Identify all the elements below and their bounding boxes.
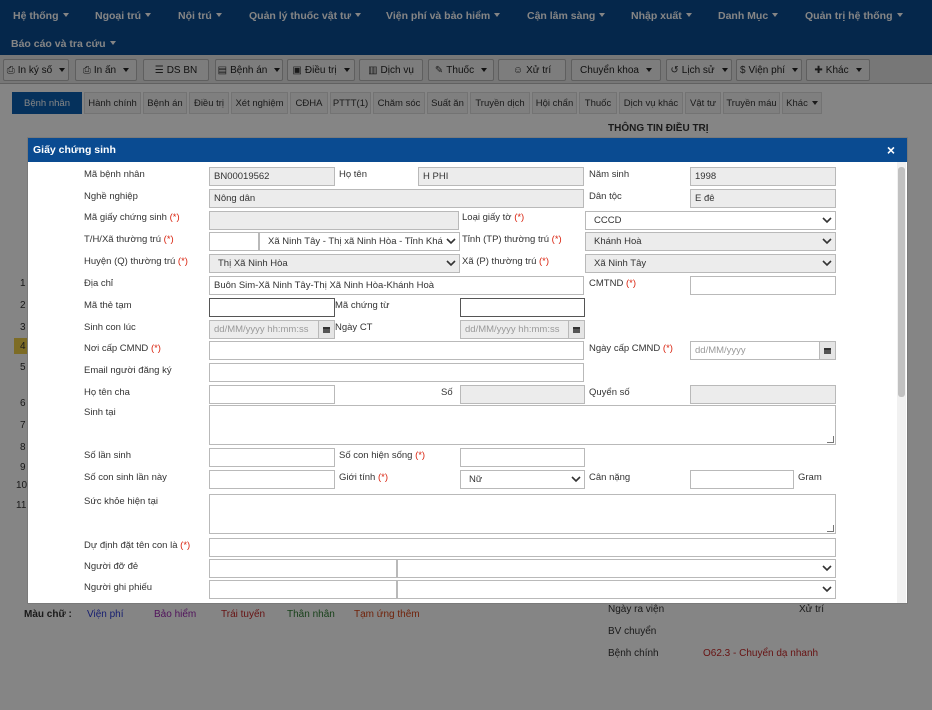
nghe-nghiep-field[interactable]: Nông dân xyxy=(209,189,584,208)
chevron-down-icon xyxy=(822,260,832,267)
sinh-tai-label: Sinh tại xyxy=(84,407,116,418)
calendar-icon[interactable] xyxy=(318,321,334,338)
dialog-header: Giấy chứng sinh xyxy=(28,138,907,162)
chevron-down-icon xyxy=(571,476,581,483)
ma-the-tam-label: Mã thẻ tạm xyxy=(84,300,132,311)
quyen-so-field[interactable] xyxy=(690,385,836,404)
xa-thuong-tru-select[interactable]: Xã Ninh Tây xyxy=(585,254,836,273)
so-con-hien-song-field[interactable] xyxy=(460,448,585,467)
dialog-title: Giấy chứng sinh xyxy=(33,144,116,156)
sinh-tai-textarea[interactable] xyxy=(209,405,836,445)
dan-toc-label: Dân tộc xyxy=(589,191,622,202)
tinh-thuong-tru-select[interactable]: Khánh Hoà xyxy=(585,232,836,251)
calendar-icon[interactable] xyxy=(568,321,584,338)
so-con-sinh-lan-nay-field[interactable] xyxy=(209,470,335,489)
ho-ten-field[interactable]: H PHI xyxy=(418,167,584,186)
chevron-down-icon xyxy=(822,217,832,224)
ma-chung-tu-field[interactable] xyxy=(460,298,585,317)
suc-khoe-textarea[interactable] xyxy=(209,494,836,534)
email-field[interactable] xyxy=(209,363,584,382)
gioi-tinh-label: Giới tính (*) xyxy=(339,472,388,483)
cmtnd-label: CMTND (*) xyxy=(589,278,636,289)
so-con-hien-song-label: Số con hiện sống (*) xyxy=(339,450,426,461)
du-dinh-ten-label: Dự định đặt tên con là (*) xyxy=(84,540,191,551)
ma-benh-nhan-field[interactable]: BN00019562 xyxy=(209,167,335,186)
resize-handle[interactable] xyxy=(827,436,834,443)
dialog-scrollbar[interactable] xyxy=(897,162,906,603)
noi-cap-cmnd-label: Nơi cấp CMND (*) xyxy=(84,343,161,354)
ngay-cap-cmnd-field[interactable]: dd/MM/yyyy xyxy=(690,341,836,360)
so-lan-sinh-field[interactable] xyxy=(209,448,335,467)
nguoi-do-de-label: Người đỡ đẻ xyxy=(84,561,139,572)
th-xa-thuong-tru-select[interactable]: Xã Ninh Tây - Thị xã Ninh Hòa - Tỉnh Khá xyxy=(259,232,460,251)
dia-chi-label: Địa chỉ xyxy=(84,278,114,289)
can-nang-label: Cân nặng xyxy=(589,472,631,483)
th-xa-code-field[interactable] xyxy=(209,232,259,251)
ma-chung-tu-label: Mã chứng từ xyxy=(335,300,390,311)
quyen-so-label: Quyển số xyxy=(589,387,630,398)
dia-chi-field[interactable]: Buôn Sim-Xã Ninh Tây-Thị Xã Ninh Hòa-Khá… xyxy=(209,276,584,295)
huyen-thuong-tru-label: Huyện (Q) thường trú (*) xyxy=(84,256,188,267)
loai-giay-to-label: Loại giấy tờ (*) xyxy=(462,212,525,223)
noi-cap-cmnd-field[interactable] xyxy=(209,341,584,360)
ho-ten-cha-field[interactable] xyxy=(209,385,335,404)
nguoi-do-de-select[interactable] xyxy=(397,559,836,578)
scrollbar-thumb[interactable] xyxy=(898,167,905,397)
ngay-cap-cmnd-label: Ngày cấp CMND (*) xyxy=(589,343,673,354)
chevron-down-icon xyxy=(822,586,832,593)
ngay-ct-field[interactable]: dd/MM/yyyy hh:mm:ss xyxy=(460,320,585,339)
so-con-sinh-lan-nay-label: Số con sinh lần này xyxy=(84,472,167,483)
resize-handle[interactable] xyxy=(827,525,834,532)
gram-label: Gram xyxy=(798,472,822,483)
loai-giay-to-select[interactable]: CCCD xyxy=(585,211,836,230)
ma-benh-nhan-label: Mã bệnh nhân xyxy=(84,169,145,180)
nam-sinh-field[interactable]: 1998 xyxy=(690,167,836,186)
sinh-con-luc-field[interactable]: dd/MM/yyyy hh:mm:ss xyxy=(209,320,335,339)
ma-giay-chung-sinh-label: Mã giấy chứng sinh (*) xyxy=(84,212,180,223)
chevron-down-icon xyxy=(822,565,832,572)
ma-the-tam-field[interactable] xyxy=(209,298,335,317)
calendar-icon[interactable] xyxy=(819,342,835,359)
ho-ten-label: Họ tên xyxy=(339,169,367,180)
tinh-thuong-tru-label: Tỉnh (TP) thường trú (*) xyxy=(462,234,562,245)
close-icon[interactable]: × xyxy=(887,138,895,162)
dan-toc-field[interactable]: E đê xyxy=(690,189,836,208)
th-xa-thuong-tru-label: T/H/Xã thường trú (*) xyxy=(84,234,174,245)
nghe-nghiep-label: Nghề nghiệp xyxy=(84,191,138,202)
cmtnd-field[interactable] xyxy=(690,276,836,295)
so-lan-sinh-label: Số lần sinh xyxy=(84,450,132,461)
huyen-thuong-tru-select[interactable]: Thị Xã Ninh Hòa xyxy=(209,254,460,273)
gioi-tinh-select[interactable]: Nữ xyxy=(460,470,585,489)
nam-sinh-label: Năm sinh xyxy=(589,169,630,180)
ma-giay-chung-sinh-field[interactable] xyxy=(209,211,459,230)
xa-thuong-tru-label: Xã (P) thường trú (*) xyxy=(462,256,550,267)
sinh-con-luc-label: Sinh con lúc xyxy=(84,322,136,333)
suc-khoe-label: Sức khỏe hiện tại xyxy=(84,496,158,507)
giay-chung-sinh-dialog: Giấy chứng sinh × Mã bệnh nhân BN0001956… xyxy=(27,137,908,604)
can-nang-field[interactable] xyxy=(690,470,794,489)
email-label: Email người đăng ký xyxy=(84,365,172,376)
nguoi-ghi-phieu-select[interactable] xyxy=(397,580,836,599)
nguoi-ghi-phieu-label: Người ghi phiếu xyxy=(84,582,153,593)
nguoi-ghi-phieu-code-field[interactable] xyxy=(209,580,397,599)
ho-ten-cha-label: Họ tên cha xyxy=(84,387,130,398)
chevron-down-icon xyxy=(446,238,456,245)
chevron-down-icon xyxy=(446,260,456,267)
so-label: Số xyxy=(441,387,453,398)
du-dinh-ten-field[interactable] xyxy=(209,538,836,557)
dialog-body: Mã bệnh nhân BN00019562 Họ tên H PHI Năm… xyxy=(28,162,907,603)
nguoi-do-de-code-field[interactable] xyxy=(209,559,397,578)
so-field[interactable] xyxy=(460,385,585,404)
chevron-down-icon xyxy=(822,238,832,245)
ngay-ct-label: Ngày CT xyxy=(335,322,373,333)
